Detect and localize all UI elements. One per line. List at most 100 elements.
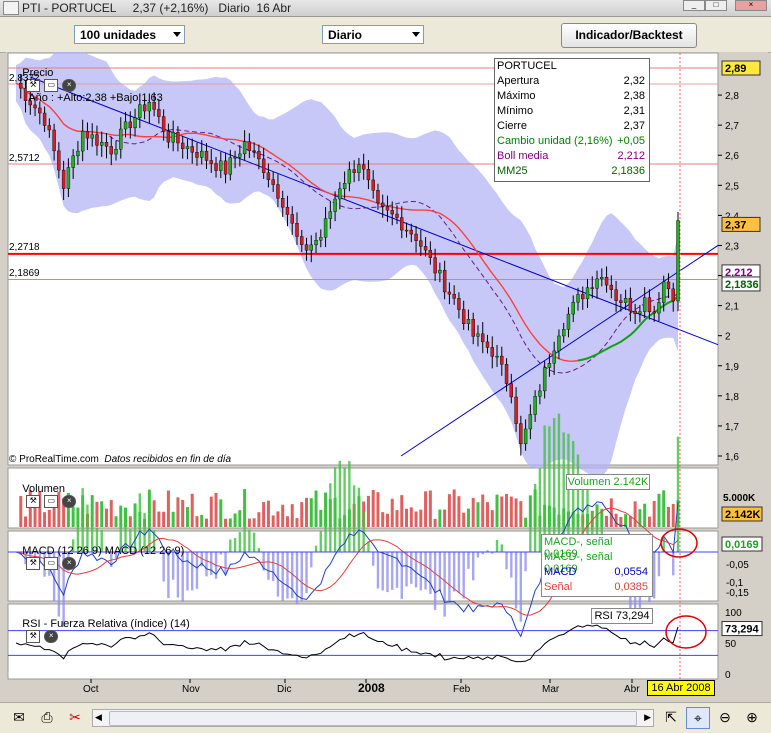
info-row-value: 2,32: [623, 75, 645, 87]
candle-body: [214, 163, 218, 171]
volume-bar: [605, 515, 609, 527]
candle-body: [447, 291, 452, 295]
candle-body: [376, 190, 380, 204]
macd-legend-value: 0,0554: [614, 566, 648, 578]
period-combo[interactable]: Diario: [322, 25, 424, 44]
macd-panel-header: MACD (12 26 9) MACD (12 26 9) ⚒ ▭ ×: [10, 533, 184, 570]
candle-body: [371, 179, 375, 191]
units-combo[interactable]: 100 unidades: [74, 25, 185, 44]
volume-bar: [395, 510, 399, 527]
cursor-icon[interactable]: ⇱: [660, 707, 682, 727]
zoom-out-icon[interactable]: ⊖: [714, 707, 736, 727]
scroll-thumb[interactable]: [109, 711, 637, 726]
info-row-key: Apertura: [497, 75, 540, 87]
macd-histogram-bar: [324, 493, 327, 553]
volume-bar: [309, 498, 313, 527]
volume-bar: [128, 516, 132, 527]
info-row-key: Boll media: [497, 150, 549, 162]
window-icon[interactable]: ▭: [44, 557, 59, 570]
candle-body: [185, 146, 190, 149]
horizontal-scrollbar[interactable]: ◀ ▶: [92, 709, 654, 727]
close-icon[interactable]: ×: [62, 557, 77, 570]
data-note: © ProRealTime.com Datos recibidos en fin…: [9, 454, 231, 465]
wrench-icon[interactable]: ⚒: [26, 557, 41, 570]
close-icon[interactable]: ×: [62, 495, 77, 508]
macd-histogram-bar: [252, 532, 256, 553]
volume-bar: [100, 501, 104, 527]
indicator-backtest-button[interactable]: Indicador/Backtest: [561, 23, 697, 48]
info-row-value: 2,212: [617, 150, 645, 162]
volume-bar: [319, 509, 323, 527]
candle-body: [476, 333, 480, 337]
macd-histogram-bar: [500, 544, 503, 553]
close-icon[interactable]: ×: [62, 79, 77, 92]
volume-bar: [276, 511, 280, 527]
volume-bar: [495, 494, 499, 527]
scissors-icon[interactable]: ✂: [64, 707, 86, 727]
x-axis-label: 2008: [358, 681, 385, 695]
candle-body: [52, 129, 56, 152]
close-button[interactable]: ×: [735, 0, 767, 11]
info-title-text: PORTUCEL: [497, 60, 557, 72]
candle-body: [61, 169, 66, 189]
macd-histogram-bar: [195, 552, 199, 589]
email-icon[interactable]: ✉: [8, 707, 30, 727]
candle-body: [114, 149, 118, 155]
minimize-button[interactable]: _: [683, 0, 705, 11]
info-row-key: Mínimo: [497, 105, 534, 117]
candle-body: [119, 128, 123, 150]
volume-bar: [481, 494, 485, 527]
volume-bar: [452, 489, 456, 527]
candle-body: [519, 423, 523, 445]
candle-body: [128, 121, 133, 129]
candle-body: [390, 209, 394, 215]
volume-bar: [185, 507, 189, 527]
candle-body: [314, 240, 318, 246]
candle-body: [433, 257, 437, 274]
scroll-left-icon[interactable]: ◀: [95, 712, 102, 723]
candle-body: [609, 284, 614, 290]
volume-bar: [205, 518, 209, 527]
candle-body: [533, 396, 537, 415]
macd-histogram-bar: [467, 552, 470, 569]
candle-body: [595, 278, 599, 289]
scroll-right-icon[interactable]: ▶: [644, 712, 651, 723]
candle-body: [481, 333, 485, 343]
volume-bar: [462, 512, 466, 527]
volume-bar: [376, 492, 380, 527]
wrench-icon[interactable]: ⚒: [26, 495, 41, 508]
rsi-value-label: RSI 73,294: [591, 608, 653, 624]
print-icon[interactable]: ⎙: [36, 707, 58, 727]
close-icon[interactable]: ×: [44, 630, 59, 643]
volume-bar: [314, 490, 318, 527]
macd-histogram-bar: [371, 552, 375, 566]
rsi-panel-label: RSI - Fuerza Relativa (índice) (14): [22, 618, 190, 630]
price-axis-label: 2,7: [725, 121, 739, 132]
macd-histogram-bar: [657, 552, 661, 577]
candle-body: [100, 142, 104, 146]
volume-panel-label: Volumen: [22, 483, 66, 495]
window-icon[interactable]: ▭: [44, 495, 59, 508]
maximize-button[interactable]: □: [705, 0, 727, 11]
candle-body: [500, 355, 504, 365]
window-icon[interactable]: ▭: [44, 79, 59, 92]
candle-body: [666, 281, 671, 290]
macd-histogram-bar: [310, 552, 313, 568]
macd-histogram-bar: [267, 552, 270, 580]
macd-histogram-bar: [652, 552, 656, 599]
volume-bar: [628, 516, 632, 527]
macd-histogram-bar: [433, 552, 437, 610]
candle-body: [619, 300, 623, 303]
wrench-icon[interactable]: ⚒: [26, 630, 41, 643]
candle-body: [71, 155, 75, 168]
crosshair-zoom-icon[interactable]: ⌖: [686, 707, 710, 729]
candle-body: [123, 121, 128, 130]
candle-body: [361, 164, 366, 170]
volume-bar: [95, 501, 99, 527]
zoom-in-icon[interactable]: ⊕: [741, 707, 763, 727]
info-row-value: 2,1836: [611, 165, 645, 177]
volume-bar: [195, 516, 199, 527]
level-label: 2,1869: [9, 268, 40, 279]
chart-svg[interactable]: 2,82,72,62,52,42,32,22,121,91,81,71,62,8…: [6, 52, 768, 702]
candle-body: [233, 156, 237, 159]
